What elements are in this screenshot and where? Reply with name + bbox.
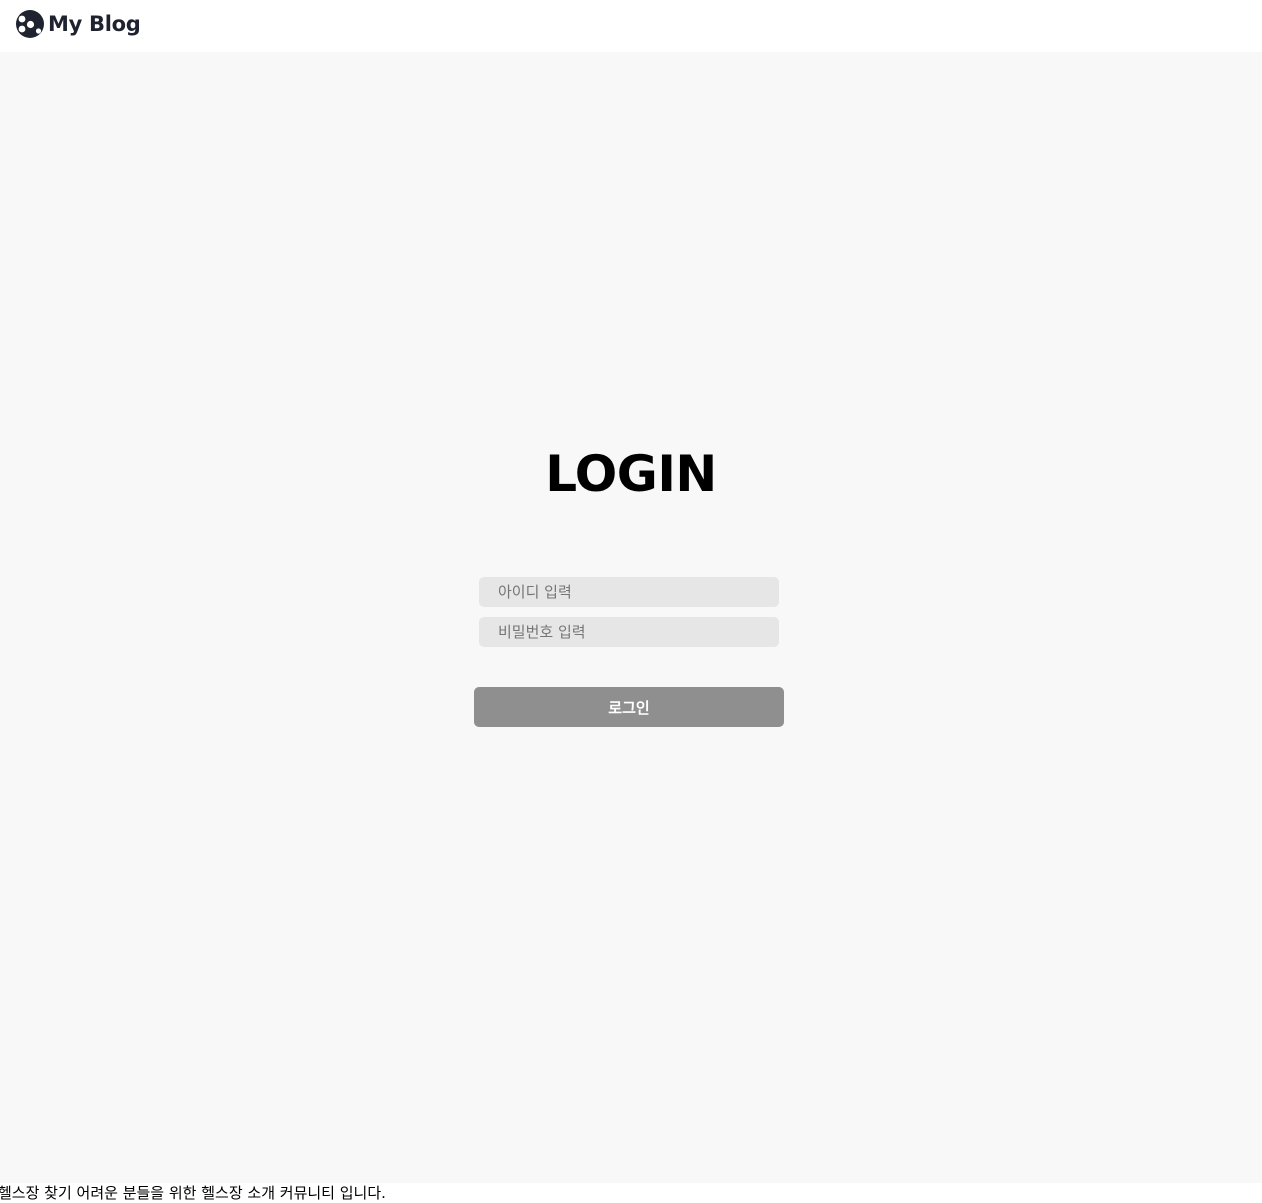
brand-name: My Blog <box>48 12 141 36</box>
username-input[interactable] <box>479 577 779 607</box>
site-header: My Blog <box>0 0 1262 52</box>
login-button[interactable]: 로그인 <box>474 687 784 727</box>
page-title: LOGIN <box>545 445 717 503</box>
brand-home-link[interactable]: My Blog <box>15 9 141 39</box>
site-footer: 헬스장 찾기 어려운 분들을 위한 헬스장 소개 커뮤니티 입니다. <box>0 1183 1262 1202</box>
footer-description: 헬스장 찾기 어려운 분들을 위한 헬스장 소개 커뮤니티 입니다. <box>0 1184 386 1202</box>
blog-logo-icon <box>16 10 44 38</box>
password-input[interactable] <box>479 617 779 647</box>
login-section: LOGIN 로그인 <box>0 52 1262 1183</box>
